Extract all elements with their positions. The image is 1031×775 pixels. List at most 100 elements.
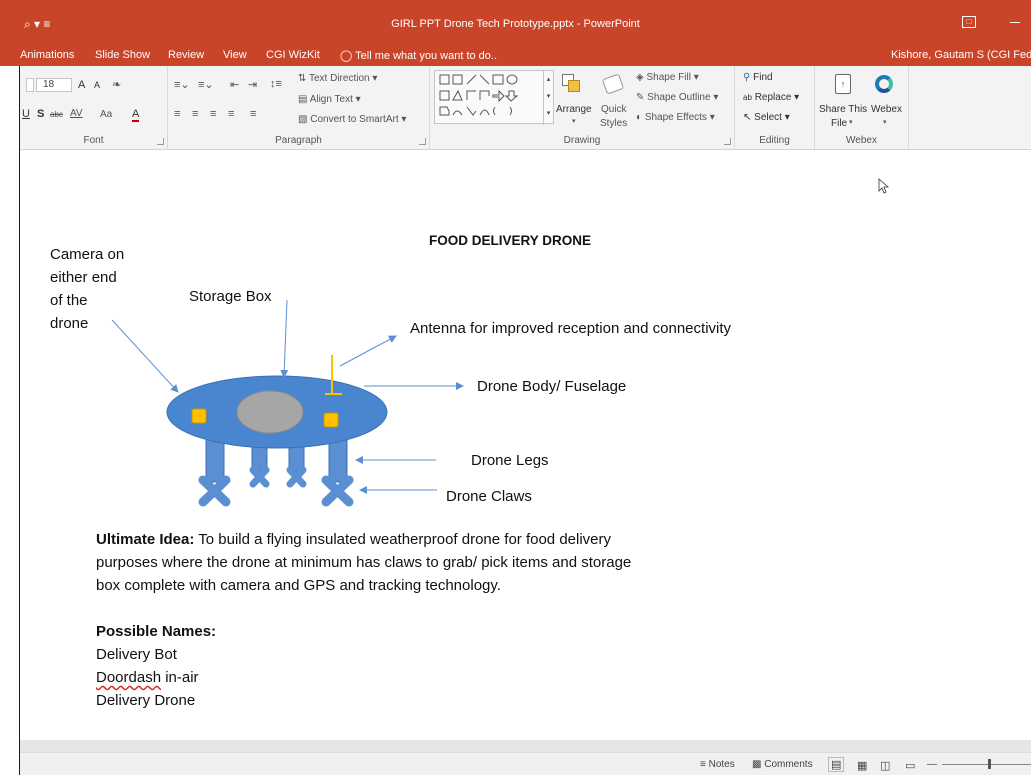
- drone-claws-label: Drone Claws: [446, 488, 532, 505]
- editing-group: ⚲ Find ab Replace ▾ ↖ Select ▾ Editing: [735, 66, 815, 150]
- drone-body-label: Drone Body/ Fuselage: [477, 378, 627, 395]
- font-group: 18 A A ❧ U S abc AV Aa A Font: [20, 66, 168, 150]
- tab-cgi-wizkit[interactable]: CGI WizKit: [266, 49, 320, 61]
- reading-view-icon[interactable]: ◫: [880, 759, 890, 772]
- text-direction-icon: ⇅: [298, 73, 307, 84]
- replace-button[interactable]: ab Replace ▾: [743, 92, 799, 103]
- share-this-file-button[interactable]: Share This: [819, 104, 867, 115]
- align-text-button[interactable]: ▤ Align Text ▾: [298, 94, 361, 105]
- minimize-icon[interactable]: [1010, 22, 1020, 23]
- shape-fill-button[interactable]: ◈ Shape Fill ▾: [636, 72, 699, 83]
- possible-names-text: Possible Names: Delivery Bot Doordash in…: [96, 620, 216, 712]
- character-spacing-button[interactable]: AV: [70, 108, 83, 119]
- drawing-dialog-launcher[interactable]: [724, 138, 731, 145]
- columns-icon[interactable]: ≡: [250, 108, 256, 120]
- decrease-indent-icon[interactable]: ⇤: [230, 78, 239, 91]
- shape-fill-label: Shape Fill: [646, 72, 691, 83]
- underline-button[interactable]: U: [22, 108, 30, 120]
- pen-icon: ✎: [636, 92, 645, 103]
- name-item: Doordash in-air: [96, 666, 216, 689]
- webex-logo-icon: [875, 75, 893, 93]
- slide-sorter-icon[interactable]: ▦: [857, 759, 867, 772]
- justify-icon[interactable]: ≡: [228, 108, 234, 120]
- quick-styles-icon: [601, 70, 625, 96]
- font-size-box[interactable]: 18: [36, 78, 72, 92]
- arrange-dropdown-icon[interactable]: ▾: [572, 117, 576, 125]
- align-center-icon[interactable]: ≡: [192, 108, 198, 120]
- slideshow-view-icon[interactable]: ▭: [905, 759, 915, 772]
- storage-box: [236, 390, 304, 434]
- tab-view[interactable]: View: [223, 49, 247, 61]
- notes-splitter[interactable]: [20, 740, 1031, 752]
- replace-icon: ab: [743, 93, 752, 102]
- notes-button[interactable]: ≡ Notes: [700, 759, 735, 770]
- smartart-button[interactable]: ▧ Convert to SmartArt ▾: [298, 114, 406, 125]
- ribbon-display-options-icon[interactable]: □: [962, 16, 976, 28]
- replace-label: Replace: [754, 92, 792, 103]
- select-label: Select: [754, 112, 782, 123]
- increase-indent-icon[interactable]: ⇥: [248, 78, 257, 91]
- select-button[interactable]: ↖ Select ▾: [743, 112, 790, 123]
- tab-slide-show[interactable]: Slide Show: [95, 49, 150, 61]
- bullets-icon[interactable]: ≡⌄: [174, 78, 190, 91]
- shadow-button[interactable]: S: [37, 108, 44, 120]
- align-left-icon[interactable]: ≡: [174, 108, 180, 120]
- find-button[interactable]: ⚲ Find: [743, 72, 773, 83]
- shape-effects-button[interactable]: ◐ Shape Effects ▾: [636, 112, 715, 123]
- drawing-group-label: Drawing: [563, 135, 601, 146]
- quick-styles-button[interactable]: Quick: [601, 104, 627, 115]
- align-right-icon[interactable]: ≡: [210, 108, 216, 120]
- tell-me-box[interactable]: ◯ Tell me what you want to do..: [340, 49, 497, 62]
- shape-effects-label: Shape Effects: [644, 112, 707, 123]
- webex-dropdown-icon[interactable]: ▾: [883, 118, 887, 126]
- share-file-label: File: [831, 118, 848, 129]
- tab-animations[interactable]: Animations: [20, 49, 74, 61]
- tell-me-text: Tell me what you want to do..: [355, 50, 498, 62]
- shrink-font-button[interactable]: A: [94, 80, 100, 90]
- normal-view-icon[interactable]: ▤: [828, 757, 845, 772]
- paragraph-group: ≡⌄ ≡⌄ ⇤ ⇥ ↕≡ ≡ ≡ ≡ ≡ ≡ ⇅ Text Direction …: [168, 66, 430, 150]
- camera-label-line: of the: [50, 292, 88, 309]
- drone-legs-label: Drone Legs: [471, 452, 549, 469]
- shapes-gallery-scroll[interactable]: ▴ ▾ ▾: [543, 71, 553, 125]
- text-direction-label: Text Direction: [309, 73, 370, 84]
- font-dialog-launcher[interactable]: [157, 138, 164, 145]
- shape-effects-icon: ◐: [636, 112, 643, 123]
- numbering-icon[interactable]: ≡⌄: [198, 78, 214, 91]
- possible-names-heading: Possible Names:: [96, 623, 217, 640]
- camera-label-line: either end: [50, 269, 117, 286]
- ultimate-idea-line: To build a flying insulated weatherproof…: [194, 531, 612, 548]
- text-direction-button[interactable]: ⇅ Text Direction ▾: [298, 73, 377, 84]
- paragraph-dialog-launcher[interactable]: [419, 138, 426, 145]
- zoom-out-icon[interactable]: —: [927, 759, 937, 770]
- font-color-button[interactable]: A: [132, 108, 140, 122]
- zoom-slider[interactable]: [942, 764, 1031, 765]
- font-name-box[interactable]: [26, 78, 34, 92]
- find-label: Find: [753, 72, 773, 83]
- select-cursor-icon: ↖: [743, 112, 752, 123]
- tab-review[interactable]: Review: [168, 49, 204, 61]
- zoom-slider-thumb[interactable]: [988, 759, 991, 769]
- comments-button[interactable]: ▩ Comments: [752, 759, 813, 770]
- align-text-label: Align Text: [309, 94, 353, 105]
- change-case-button[interactable]: Aa: [100, 109, 112, 120]
- arrange-button[interactable]: Arrange: [556, 104, 592, 115]
- clear-formatting-icon[interactable]: ❧: [112, 78, 121, 91]
- grow-font-button[interactable]: A: [78, 79, 85, 91]
- slide-canvas[interactable]: FOOD DELIVERY DRONE Camera on either end…: [20, 150, 1031, 740]
- powerpoint-window: ⌕ ▾ ≡ GIRL PPT Drone Tech Prototype.pptx…: [0, 0, 1031, 775]
- paint-bucket-icon: ◈: [636, 72, 644, 83]
- share-dropdown-icon[interactable]: ▾: [849, 118, 853, 126]
- ribbon: 18 A A ❧ U S abc AV Aa A Font ≡⌄ ≡⌄ ⇤ ⇥ …: [20, 66, 1031, 150]
- shapes-gallery[interactable]: ▴ ▾ ▾: [434, 70, 554, 125]
- arrange-icon: [558, 72, 586, 98]
- storage-box-label: Storage Box: [189, 288, 272, 305]
- shape-outline-button[interactable]: ✎ Shape Outline ▾: [636, 92, 718, 103]
- webex-button[interactable]: Webex: [871, 104, 902, 115]
- strikethrough-button[interactable]: abc: [50, 110, 63, 119]
- line-spacing-icon[interactable]: ↕≡: [270, 78, 282, 90]
- styles-label: Styles: [600, 118, 628, 129]
- camera-left: [191, 408, 207, 424]
- notes-label: Notes: [708, 759, 735, 770]
- user-account[interactable]: Kishore, Gautam S (CGI Fed: [891, 49, 1031, 61]
